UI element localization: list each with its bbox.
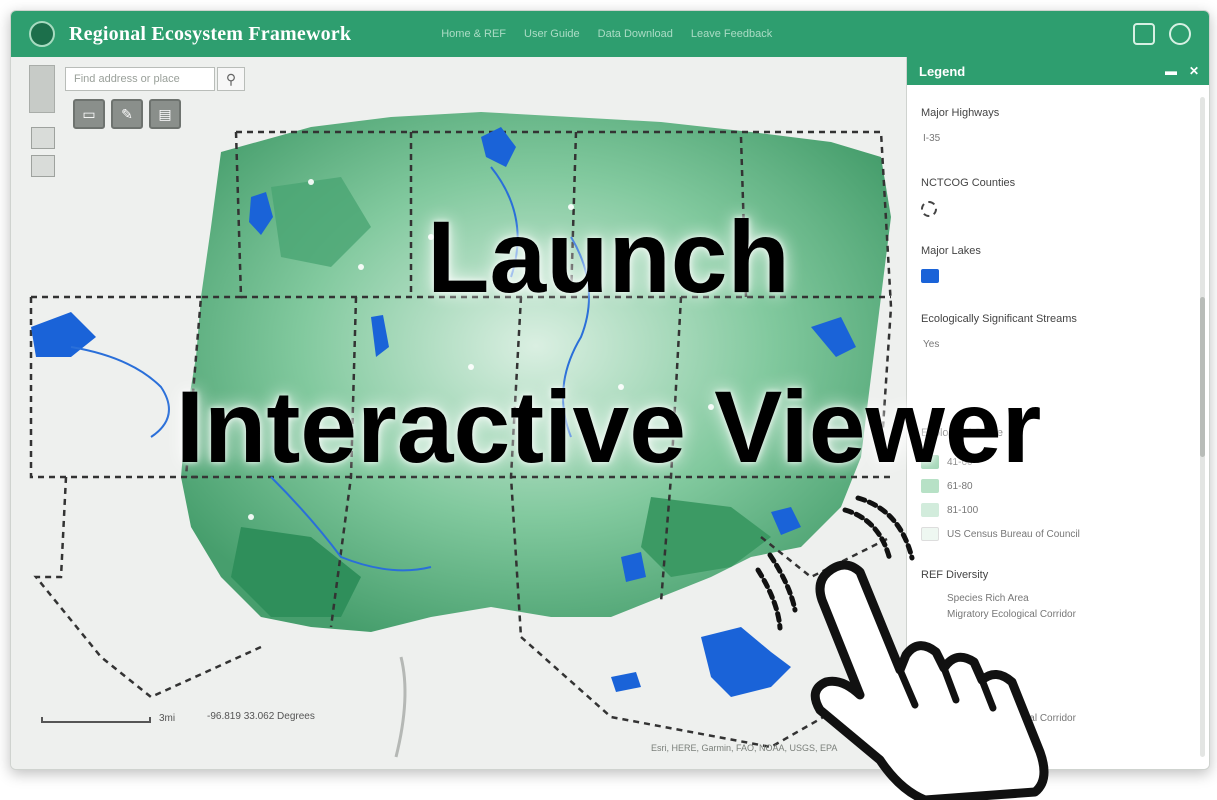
nav-item-user-guide[interactable]: User Guide	[524, 28, 580, 40]
launch-heading[interactable]: Launch	[0, 206, 1217, 308]
header-tools	[1133, 23, 1191, 45]
legend-header: Legend ▬ ✕	[907, 57, 1209, 85]
legend-title: Legend	[919, 63, 966, 79]
nav-item-feedback[interactable]: Leave Feedback	[691, 28, 772, 40]
highway	[394, 656, 407, 758]
nav-item-home[interactable]: Home & REF	[441, 28, 506, 40]
legend-section-title: Ecologically Significant Streams	[921, 313, 1077, 325]
scale-bar	[41, 717, 151, 723]
zoom-control[interactable]	[29, 65, 55, 113]
interactive-viewer-heading[interactable]: Interactive Viewer	[0, 376, 1217, 478]
scale-label: 3mi	[159, 713, 176, 724]
legend-section-title: Major Highways	[921, 107, 1000, 119]
app-header: Regional Ecosystem Framework Home & REF …	[11, 11, 1209, 57]
basemap-button[interactable]	[31, 127, 55, 149]
edit-tool-button[interactable]: ✎	[111, 99, 143, 129]
globe-icon[interactable]	[1169, 23, 1191, 45]
legend-section-title: NCTCOG Counties	[921, 177, 1016, 189]
print-tool-button[interactable]: ▤	[149, 99, 181, 129]
minimize-icon[interactable]: ▬	[1165, 64, 1177, 78]
pointing-hand-icon[interactable]	[750, 490, 1050, 800]
legend-item: I-35	[923, 133, 941, 144]
nav-item-data-download[interactable]: Data Download	[598, 28, 673, 40]
legend-item: Yes	[923, 339, 940, 350]
layers-button[interactable]	[31, 155, 55, 177]
app-logo	[29, 21, 55, 47]
grid-icon[interactable]	[1133, 23, 1155, 45]
app-title: Regional Ecosystem Framework	[69, 22, 352, 45]
search-input[interactable]: Find address or place	[65, 67, 215, 91]
header-nav: Home & REF User Guide Data Download Leav…	[441, 28, 772, 40]
search-icon[interactable]: ⚲	[217, 67, 245, 91]
draw-tool-button[interactable]: ▭	[73, 99, 105, 129]
close-icon[interactable]: ✕	[1189, 64, 1199, 78]
coordinate-readout: -96.819 33.062 Degrees	[207, 711, 315, 722]
